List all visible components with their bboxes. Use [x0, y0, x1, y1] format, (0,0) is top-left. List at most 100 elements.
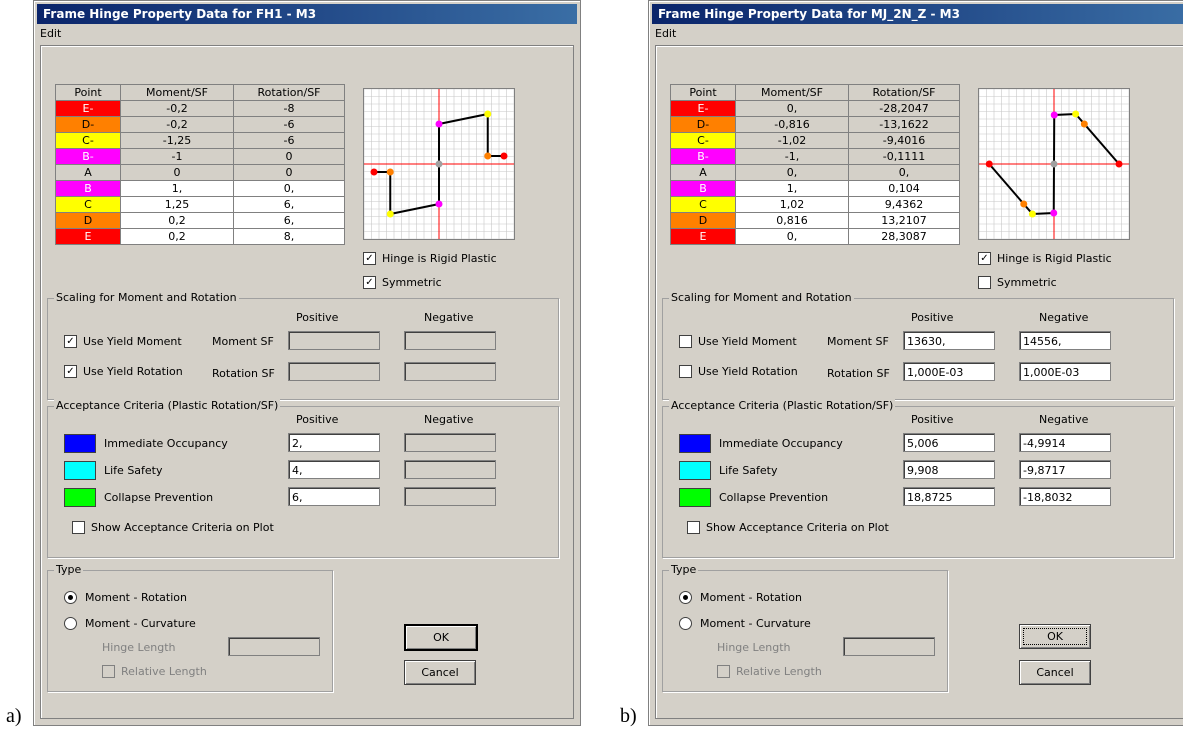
table-row[interactable]: D- -0,2 -6: [55, 116, 345, 133]
rotation-cell[interactable]: -28,2047: [848, 100, 960, 117]
cp-negative-input[interactable]: [404, 487, 496, 506]
rotation-sf-positive-input[interactable]: 1,000E-03: [903, 362, 995, 381]
menu-edit[interactable]: Edit: [655, 25, 676, 43]
rotation-cell[interactable]: -9,4016: [848, 132, 960, 149]
rotation-cell[interactable]: 0,: [233, 180, 345, 197]
show-acceptance-checkbox[interactable]: Show Acceptance Criteria on Plot: [72, 521, 274, 534]
moment-curvature-radio-dot[interactable]: [64, 617, 77, 630]
rotation-cell[interactable]: 0: [233, 164, 345, 181]
moment-cell[interactable]: -1: [120, 148, 234, 165]
rotation-cell[interactable]: -8: [233, 100, 345, 117]
table-row[interactable]: E- -0,2 -8: [55, 100, 345, 117]
ls-positive-input[interactable]: 4,: [288, 460, 380, 479]
rotation-cell[interactable]: 0,104: [848, 180, 960, 197]
cp-positive-input[interactable]: 6,: [288, 487, 380, 506]
moment-rotation-radio[interactable]: Moment - Rotation: [679, 591, 802, 604]
ls-positive-input[interactable]: 9,908: [903, 460, 995, 479]
ok-button[interactable]: OK: [1019, 624, 1091, 649]
moment-sf-negative-input[interactable]: 14556,: [1019, 331, 1111, 350]
table-row[interactable]: C- -1,25 -6: [55, 132, 345, 149]
moment-cell[interactable]: -0,2: [120, 116, 234, 133]
moment-cell[interactable]: 0,: [735, 100, 849, 117]
use-yield-moment-box[interactable]: [679, 335, 692, 348]
rotation-sf-negative-input[interactable]: 1,000E-03: [1019, 362, 1111, 381]
moment-cell[interactable]: -0,2: [120, 100, 234, 117]
io-negative-input[interactable]: -4,9914: [1019, 433, 1111, 452]
ok-button[interactable]: OK: [404, 624, 478, 651]
rotation-sf-positive-input[interactable]: [288, 362, 380, 381]
use-yield-rotation-box[interactable]: ✓: [64, 365, 77, 378]
use-yield-rotation-checkbox[interactable]: ✓ Use Yield Rotation: [64, 365, 183, 378]
table-row[interactable]: A00: [55, 164, 345, 181]
moment-sf-positive-input[interactable]: [288, 331, 380, 350]
rotation-cell[interactable]: 8,: [233, 228, 345, 245]
use-yield-rotation-checkbox[interactable]: Use Yield Rotation: [679, 365, 798, 378]
relative-length-box[interactable]: [717, 665, 730, 678]
table-row[interactable]: C- -1,02 -9,4016: [670, 132, 960, 149]
moment-cell[interactable]: 0,816: [735, 212, 849, 229]
relative-length-box[interactable]: [102, 665, 115, 678]
moment-cell[interactable]: 1,25: [120, 196, 234, 213]
moment-cell[interactable]: 1,: [120, 180, 234, 197]
rotation-cell[interactable]: -0,1111: [848, 148, 960, 165]
show-acceptance-checkbox[interactable]: Show Acceptance Criteria on Plot: [687, 521, 889, 534]
rotation-cell[interactable]: 6,: [233, 196, 345, 213]
moment-curvature-radio[interactable]: Moment - Curvature: [64, 617, 196, 630]
table-row[interactable]: B- -1, -0,1111: [670, 148, 960, 165]
rigid-plastic-checkbox[interactable]: ✓ Hinge is Rigid Plastic: [363, 252, 497, 265]
table-row[interactable]: B- -1 0: [55, 148, 345, 165]
moment-cell[interactable]: 0,: [735, 228, 849, 245]
cp-positive-input[interactable]: 18,8725: [903, 487, 995, 506]
moment-curvature-radio[interactable]: Moment - Curvature: [679, 617, 811, 630]
moment-cell[interactable]: 0,2: [120, 228, 234, 245]
rigid-plastic-box[interactable]: ✓: [363, 252, 376, 265]
moment-cell[interactable]: -1,: [735, 148, 849, 165]
table-row[interactable]: D 0,816 13,2107: [670, 212, 960, 229]
moment-curvature-radio-dot[interactable]: [679, 617, 692, 630]
ls-negative-input[interactable]: -9,8717: [1019, 460, 1111, 479]
table-row[interactable]: C 1,02 9,4362: [670, 196, 960, 213]
rotation-cell[interactable]: -6: [233, 116, 345, 133]
moment-cell[interactable]: 0,: [735, 164, 849, 181]
moment-cell[interactable]: -1,25: [120, 132, 234, 149]
moment-cell[interactable]: -0,816: [735, 116, 849, 133]
table-row[interactable]: E 0, 28,3087: [670, 228, 960, 245]
show-acceptance-box[interactable]: [72, 521, 85, 534]
rotation-cell[interactable]: 6,: [233, 212, 345, 229]
table-row[interactable]: B 1, 0,104: [670, 180, 960, 197]
use-yield-moment-checkbox[interactable]: Use Yield Moment: [679, 335, 797, 348]
ls-negative-input[interactable]: [404, 460, 496, 479]
symmetric-checkbox[interactable]: Symmetric: [978, 276, 1057, 289]
use-yield-moment-box[interactable]: ✓: [64, 335, 77, 348]
moment-cell[interactable]: 1,02: [735, 196, 849, 213]
rotation-cell[interactable]: 28,3087: [848, 228, 960, 245]
rotation-cell[interactable]: 13,2107: [848, 212, 960, 229]
show-acceptance-box[interactable]: [687, 521, 700, 534]
moment-cell[interactable]: 1,: [735, 180, 849, 197]
moment-sf-negative-input[interactable]: [404, 331, 496, 350]
hinge-length-input[interactable]: [228, 637, 320, 656]
io-positive-input[interactable]: 2,: [288, 433, 380, 452]
table-row[interactable]: D- -0,816 -13,1622: [670, 116, 960, 133]
rotation-sf-negative-input[interactable]: [404, 362, 496, 381]
cancel-button[interactable]: Cancel: [1019, 660, 1091, 685]
relative-length-checkbox[interactable]: Relative Length: [102, 665, 207, 678]
rotation-cell[interactable]: 9,4362: [848, 196, 960, 213]
menu-edit[interactable]: Edit: [40, 25, 61, 43]
table-row[interactable]: D 0,2 6,: [55, 212, 345, 229]
moment-cell[interactable]: -1,02: [735, 132, 849, 149]
symmetric-box[interactable]: [978, 276, 991, 289]
table-row[interactable]: E- 0, -28,2047: [670, 100, 960, 117]
symmetric-box[interactable]: ✓: [363, 276, 376, 289]
relative-length-checkbox[interactable]: Relative Length: [717, 665, 822, 678]
use-yield-rotation-box[interactable]: [679, 365, 692, 378]
table-row[interactable]: C 1,25 6,: [55, 196, 345, 213]
rigid-plastic-checkbox[interactable]: ✓ Hinge is Rigid Plastic: [978, 252, 1112, 265]
moment-rotation-radio-dot[interactable]: [679, 591, 692, 604]
moment-rotation-radio-dot[interactable]: [64, 591, 77, 604]
symmetric-checkbox[interactable]: ✓ Symmetric: [363, 276, 442, 289]
io-negative-input[interactable]: [404, 433, 496, 452]
table-row[interactable]: A 0, 0,: [670, 164, 960, 181]
cancel-button[interactable]: Cancel: [404, 660, 476, 685]
rotation-cell[interactable]: -6: [233, 132, 345, 149]
